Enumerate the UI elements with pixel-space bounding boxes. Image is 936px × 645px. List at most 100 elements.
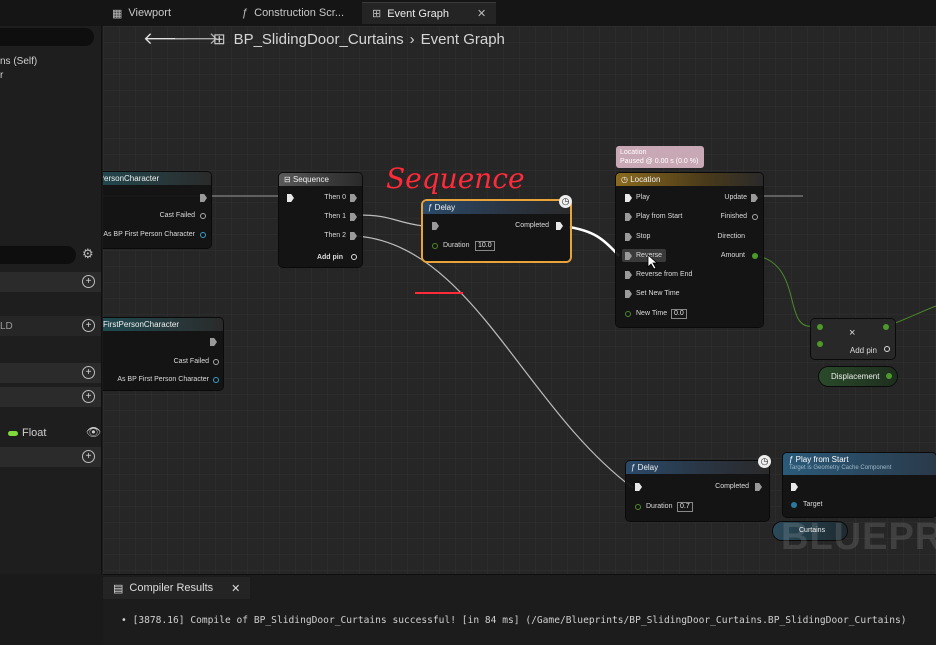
- add-pin-label[interactable]: Add pin: [317, 254, 343, 261]
- wire-multiply-out: [887, 305, 936, 327]
- tab-event-graph-label: Event Graph: [387, 7, 449, 20]
- gear-icon[interactable]: ⚙: [82, 246, 94, 262]
- amount-pin[interactable]: [752, 253, 758, 259]
- play-from-start-pin[interactable]: [625, 213, 632, 221]
- graph-icon: ⊞: [372, 8, 382, 20]
- tab-event-graph[interactable]: ⊞ Event Graph ✕: [362, 2, 497, 24]
- delay-1-title: ƒ Delay: [423, 201, 570, 214]
- dispatchers-section[interactable]: +: [0, 447, 101, 467]
- reverse-from-end-pin[interactable]: [625, 271, 632, 279]
- duration-input[interactable]: 0.7: [677, 502, 693, 512]
- exec-out-pin[interactable]: [210, 338, 217, 346]
- timeline-comment-title: Location: [620, 149, 647, 156]
- components-search-input[interactable]: [0, 28, 94, 46]
- tab-viewport[interactable]: ▦ Viewport: [102, 2, 181, 24]
- wire-amount-multiply: [757, 255, 814, 327]
- play-from-start-node[interactable]: ƒ Play from Start Target is Geometry Cac…: [783, 453, 936, 517]
- then1-pin[interactable]: [350, 213, 357, 221]
- delay-node-2[interactable]: ƒ Delay Completed Duration 0.7: [626, 461, 769, 521]
- exec-in-pin[interactable]: [635, 483, 642, 491]
- delay-2-title: ƒ Delay: [626, 461, 769, 474]
- compiler-results-label: Compiler Results: [129, 582, 214, 594]
- self-component-label[interactable]: ns (Self): [0, 56, 37, 67]
- delay-node-1[interactable]: ƒ Delay Completed Duration 10.0: [423, 201, 570, 261]
- timeline-input-play-from-start: Play from Start: [636, 213, 683, 220]
- tab-construction-script[interactable]: ƒ Construction Scr...: [232, 2, 354, 24]
- blueprint-watermark: BLUEPR: [781, 516, 936, 558]
- exec-hollow-pin[interactable]: [200, 213, 206, 219]
- duration-pin[interactable]: [432, 243, 438, 249]
- exec-in-pin[interactable]: [791, 483, 798, 491]
- as-character-label: As BP First Person Character: [103, 231, 195, 238]
- then0-label: Then 0: [324, 194, 346, 201]
- target-pin[interactable]: [791, 502, 797, 508]
- duration-pin[interactable]: [635, 504, 641, 510]
- cast-failed-label: Cast Failed: [159, 212, 195, 219]
- timeline-comment-bubble: Location Paused @ 0.00 s (0.0 %): [616, 146, 704, 168]
- viewport-icon: ▦: [112, 7, 123, 20]
- multiply-input-a-pin[interactable]: [817, 324, 823, 330]
- object-out-pin[interactable]: [213, 377, 219, 383]
- multiply-add-pin-label[interactable]: Add pin: [850, 346, 877, 355]
- play-from-start-subtitle: Target is Geometry Cache Component: [789, 465, 892, 471]
- multiply-output-pin[interactable]: [883, 324, 889, 330]
- then2-pin[interactable]: [350, 232, 357, 240]
- delay-1-title-label: Delay: [434, 203, 456, 212]
- completed-label: Completed: [715, 483, 749, 490]
- new-time-input[interactable]: 0.0: [671, 309, 687, 319]
- add-pin-icon[interactable]: [351, 254, 357, 260]
- object-out-pin[interactable]: [200, 232, 206, 238]
- play-pin[interactable]: [625, 194, 632, 202]
- add-pin-icon[interactable]: [884, 346, 890, 352]
- add-graph-icon[interactable]: +: [82, 275, 95, 288]
- cast-node-2[interactable]: FirstPersonCharacter Cast Failed As BP F…: [103, 318, 223, 390]
- event-graph-canvas[interactable]: 🡐 🡒 ⊞ BP_SlidingDoor_Curtains › Event Gr…: [103, 26, 936, 574]
- finished-pin[interactable]: [752, 214, 758, 220]
- exec-in-pin[interactable]: [287, 194, 294, 202]
- graphs-section[interactable]: +: [0, 272, 101, 292]
- timeline-input-new-time: New Time: [636, 310, 668, 317]
- close-tab-icon[interactable]: ✕: [231, 582, 240, 595]
- multiply-symbol: ×: [849, 327, 856, 339]
- cast-failed-label: Cast Failed: [173, 358, 209, 365]
- section-row[interactable]: LD +: [0, 316, 101, 336]
- timeline-node[interactable]: ◷ Location Play Play from Start Stop Rev…: [616, 173, 763, 327]
- left-panel-glyph: r: [0, 70, 4, 81]
- tab-construction-label: Construction Scr...: [254, 7, 344, 19]
- add-dispatcher-icon[interactable]: +: [82, 450, 95, 463]
- close-tab-icon[interactable]: ✕: [477, 7, 486, 20]
- then0-pin[interactable]: [350, 194, 357, 202]
- macros-section[interactable]: +: [0, 363, 101, 383]
- compiler-results-icon: ▤: [113, 582, 124, 595]
- displacement-variable-node[interactable]: Displacement: [819, 367, 897, 386]
- completed-pin[interactable]: [755, 483, 762, 491]
- as-character-label: As BP First Person Character: [117, 376, 209, 383]
- new-time-pin[interactable]: [625, 311, 631, 317]
- cast-node-1[interactable]: irstPersonCharacter Cast Failed As BP Fi…: [103, 172, 211, 248]
- duration-input[interactable]: 10.0: [475, 241, 495, 251]
- multiply-input-b-pin[interactable]: [817, 341, 823, 347]
- sequence-node[interactable]: ⊟ Sequence Then 0 Then 1 Then 2 Add pin: [279, 173, 362, 267]
- displacement-out-pin[interactable]: [886, 373, 892, 379]
- stop-pin[interactable]: [625, 233, 632, 241]
- exec-in-pin[interactable]: [432, 222, 439, 230]
- float-type-icon: [8, 431, 18, 436]
- sequence-title: ⊟ Sequence: [279, 173, 362, 186]
- multiply-node[interactable]: × Add pin: [811, 319, 895, 359]
- tab-compiler-results[interactable]: ▤ Compiler Results ✕: [103, 577, 251, 599]
- add-macro-icon[interactable]: +: [82, 366, 95, 379]
- exec-hollow-pin[interactable]: [213, 359, 219, 365]
- update-pin[interactable]: [751, 194, 758, 202]
- annotation-underline: [415, 292, 463, 294]
- my-blueprint-search-input[interactable]: [0, 246, 76, 264]
- variables-section[interactable]: +: [0, 387, 101, 407]
- add-icon[interactable]: +: [82, 319, 95, 332]
- timeline-comment-status: Paused @ 0.00 s (0.0 %): [620, 158, 699, 165]
- clock-icon: ◷: [758, 455, 771, 468]
- completed-pin[interactable]: [556, 222, 563, 230]
- compiler-message[interactable]: • [3878.16] Compile of BP_SlidingDoor_Cu…: [121, 615, 907, 626]
- set-new-time-pin[interactable]: [625, 290, 632, 298]
- exec-out-pin[interactable]: [200, 194, 207, 202]
- eye-icon[interactable]: 👁: [86, 425, 101, 439]
- add-variable-icon[interactable]: +: [82, 390, 95, 403]
